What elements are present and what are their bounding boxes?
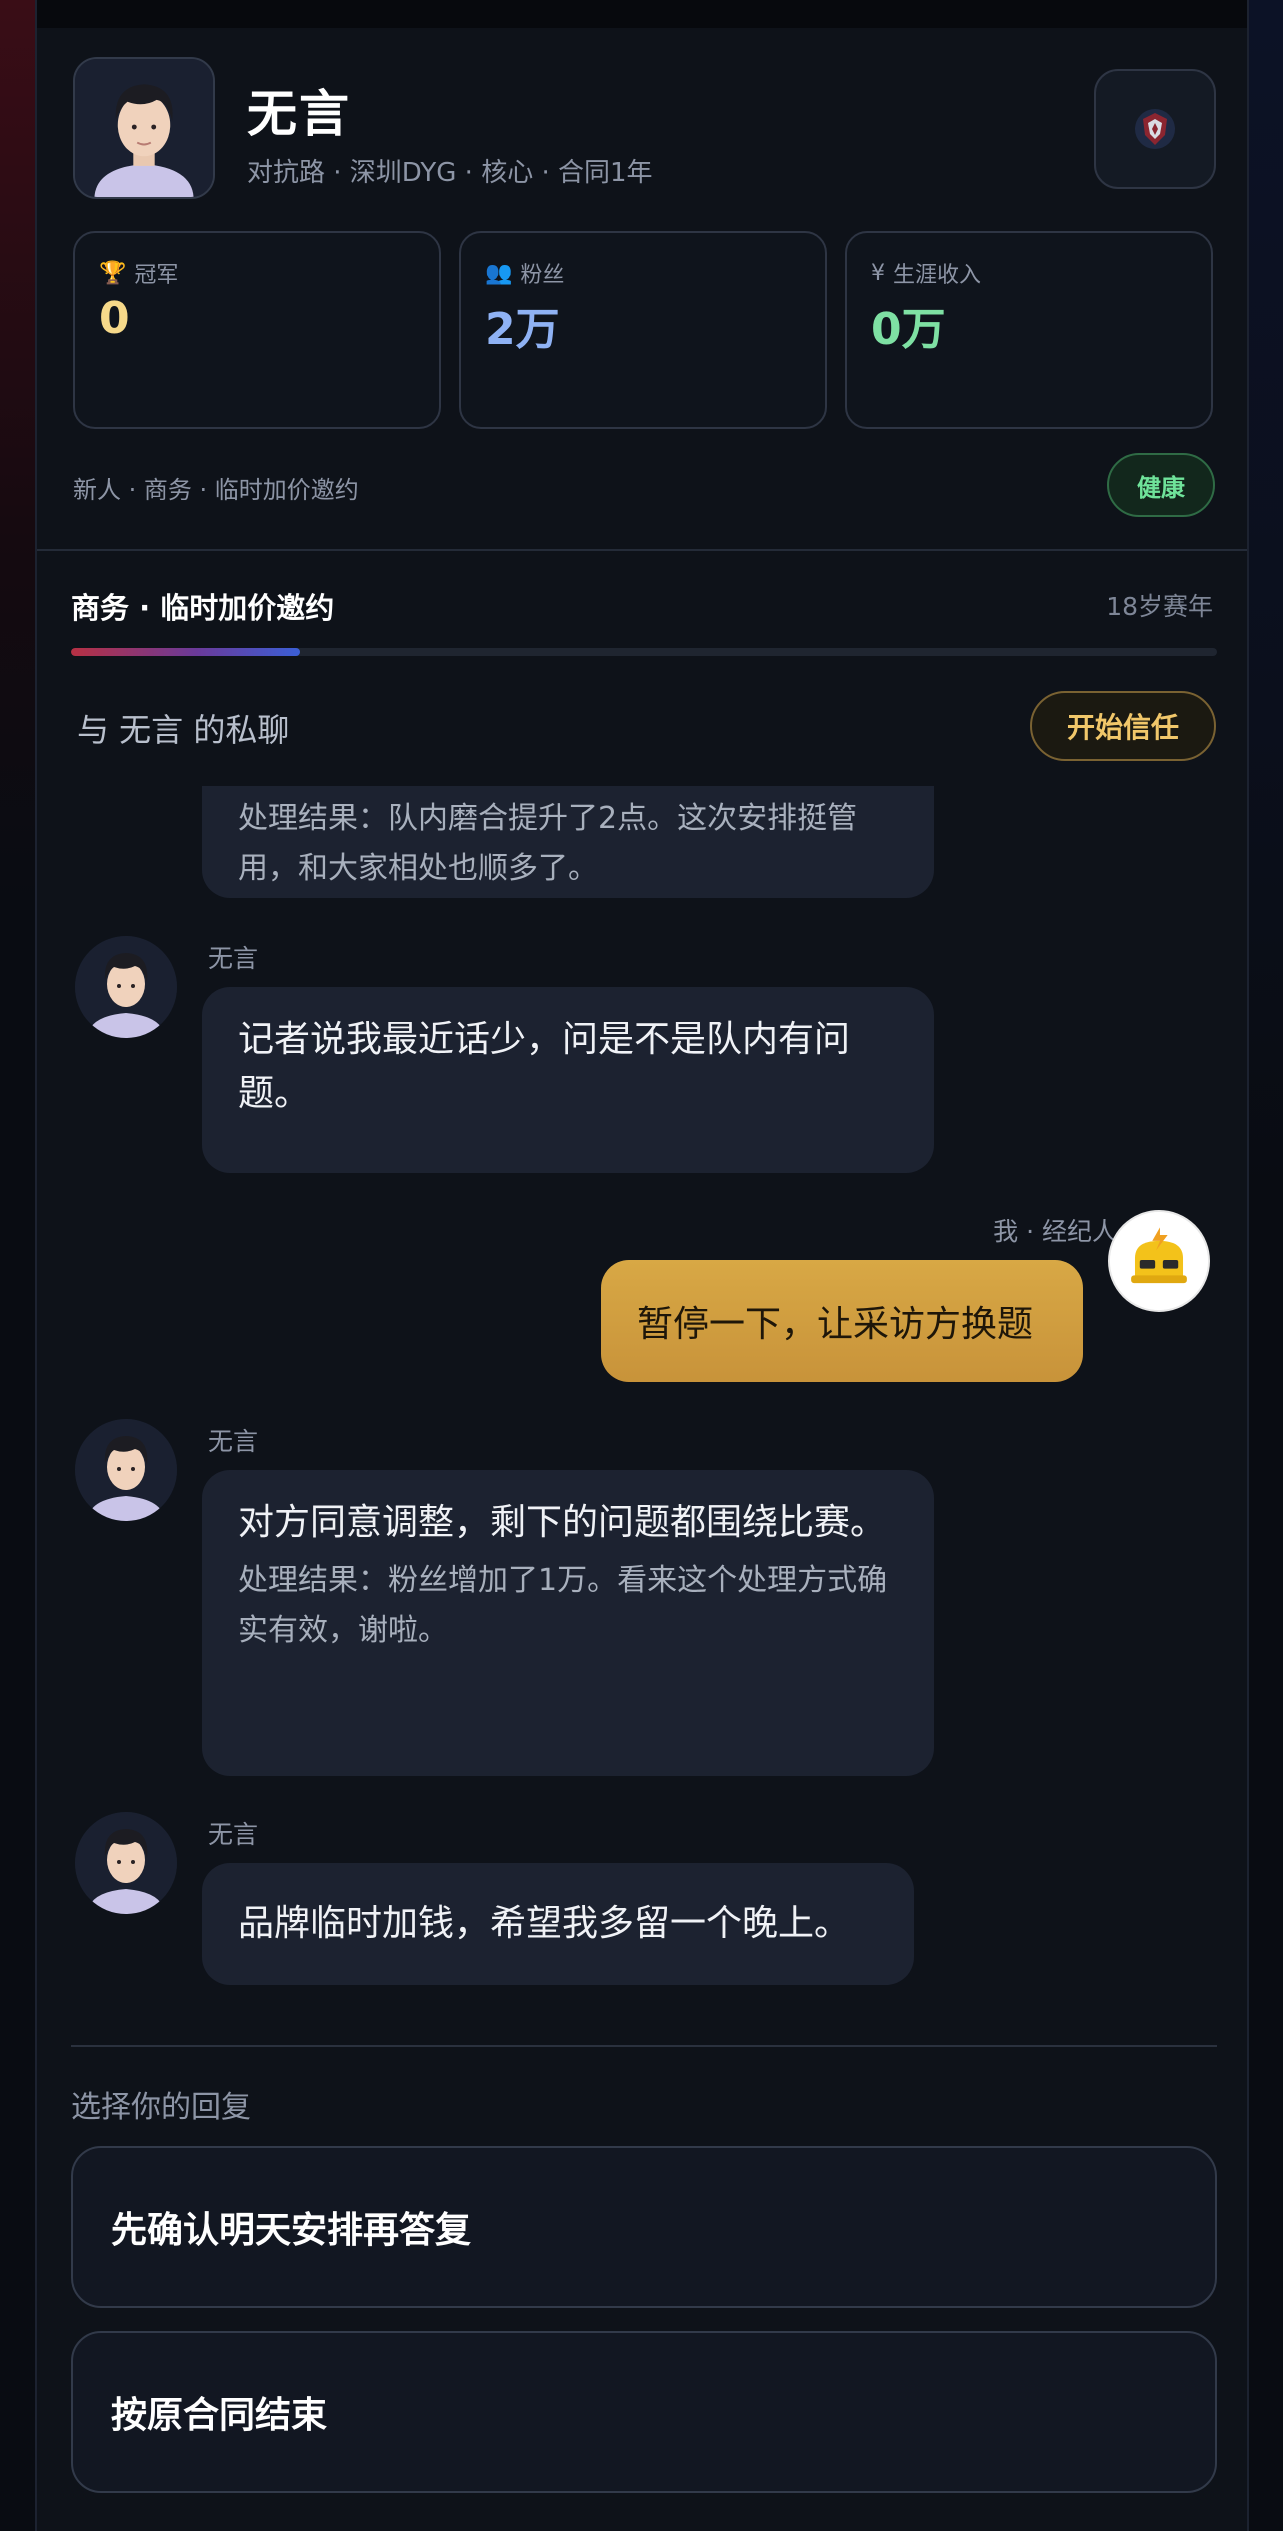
team-badge[interactable]: [1094, 69, 1216, 189]
stat-value-income: 0万: [871, 304, 946, 355]
chat-bubble-mine: 暂停一下，让采访方换题: [601, 1260, 1083, 1382]
message-result: 处理结果：队内磨合提升了2点。这次安排挺管用，和大家相处也顺多了。: [238, 801, 858, 886]
player-name: 无言: [247, 85, 351, 143]
reply-divider: [71, 2045, 1217, 2047]
choose-reply-label: 选择你的回复: [71, 2090, 251, 2125]
player-portrait-icon: [75, 1812, 177, 1914]
message-text: 记者说我最近话少，问是不是队内有问题。: [238, 1019, 851, 1114]
top-bar: [37, 0, 1247, 28]
event-progress-fill: [71, 648, 301, 656]
stat-label-championships: 冠军: [134, 263, 179, 288]
trophy-icon: 🏆: [99, 260, 127, 286]
message-text: 暂停一下，让采访方换题: [637, 1304, 1034, 1345]
message-text: 对方同意调整，剩下的问题都围绕比赛。: [238, 1502, 887, 1543]
stat-card-championships: 🏆 冠军 0: [73, 231, 441, 429]
sender-avatar: [75, 1812, 177, 1914]
message-result: 处理结果：粉丝增加了1万。看来这个处理方式确实有效，谢啦。: [238, 1563, 888, 1648]
stat-label-income: 生涯收入: [893, 263, 982, 288]
chat-message-list[interactable]: 处理结果：队内磨合提升了2点。这次安排挺管用，和大家相处也顺多了。 无言 记者说…: [37, 786, 1247, 2010]
event-progress-bar: [71, 648, 1217, 656]
manager-robot-icon: [1110, 1212, 1208, 1310]
sender-avatar: [75, 1419, 177, 1521]
stat-value-fans: 2万: [485, 304, 560, 355]
player-portrait-icon: [75, 59, 213, 197]
player-portrait-icon: [75, 1419, 177, 1521]
player-meta: 对抗路 · 深圳DYG · 核心 · 合同1年: [247, 158, 653, 188]
chat-bubble: 记者说我最近话少，问是不是队内有问题。: [202, 987, 934, 1173]
stat-value-championships: 0: [99, 293, 130, 344]
health-status-badge: 健康: [1107, 453, 1215, 517]
background-glow-left: [0, 0, 36, 900]
stat-label-fans: 粉丝: [520, 263, 565, 288]
chat-title: 与 无言 的私聊: [77, 711, 290, 749]
event-title: 商务 · 临时加价邀约: [71, 591, 335, 625]
chat-bubble: 对方同意调整，剩下的问题都围绕比赛。 处理结果：粉丝增加了1万。看来这个处理方式…: [202, 1470, 934, 1776]
sender-avatar: [75, 936, 177, 1038]
chat-bubble: 品牌临时加钱，希望我多留一个晚上。: [202, 1863, 914, 1985]
section-divider: [37, 549, 1247, 551]
player-portrait-icon: [75, 936, 177, 1038]
season-label: 18岁赛年: [1106, 592, 1213, 621]
app-panel: 无言 对抗路 · 深圳DYG · 核心 · 合同1年 🏆 冠军 0 👥 粉丝 2…: [35, 0, 1249, 2531]
manager-avatar: [1108, 1210, 1210, 1312]
message-sender: 无言: [208, 1820, 259, 1849]
background-glow-right: [1249, 0, 1283, 1200]
reply-option-button[interactable]: 先确认明天安排再答复: [71, 2146, 1217, 2308]
chat-bubble: 处理结果：队内磨合提升了2点。这次安排挺管用，和大家相处也顺多了。: [202, 786, 934, 898]
team-shield-logo-icon: [1135, 109, 1175, 149]
message-sender: 无言: [208, 944, 259, 973]
message-sender: 我 · 经纪人: [993, 1217, 1117, 1246]
player-avatar[interactable]: [73, 57, 215, 199]
fans-icon: 👥: [485, 260, 513, 286]
message-sender: 无言: [208, 1427, 259, 1456]
message-text: 品牌临时加钱，希望我多留一个晚上。: [238, 1903, 851, 1944]
stat-card-fans: 👥 粉丝 2万: [459, 231, 827, 429]
yen-icon: ¥: [871, 260, 885, 286]
start-trust-button[interactable]: 开始信任: [1030, 691, 1216, 761]
reply-option-button[interactable]: 按原合同结束: [71, 2331, 1217, 2493]
player-tags: 新人 · 商务 · 临时加价邀约: [73, 476, 359, 504]
stat-card-income: ¥ 生涯收入 0万: [845, 231, 1213, 429]
